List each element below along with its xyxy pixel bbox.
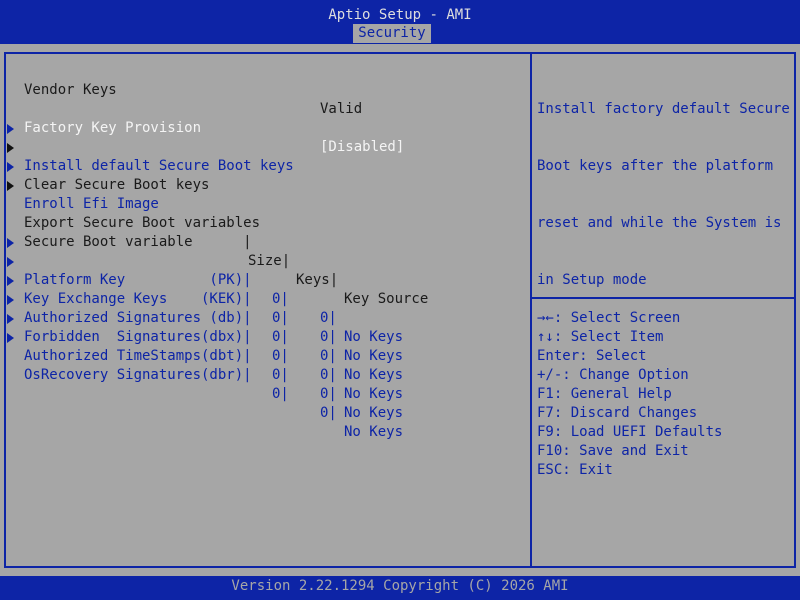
key-load-defaults: F9: Load UEFI Defaults (537, 424, 723, 440)
row-size: 0| (272, 386, 289, 402)
main-panel: Vendor Keys Valid Factory Key Provision … (0, 44, 800, 576)
row-size: 0| (272, 348, 289, 364)
table-row[interactable]: Authorized Signatures (db)| 0| 0| No Key… (0, 271, 520, 383)
submenu-arrow-icon (7, 333, 14, 343)
table-row[interactable]: Forbidden Signatures(dbx)| 0| 0| No Keys (0, 290, 520, 402)
row-source: No Keys (344, 386, 404, 402)
row-source: No Keys (344, 405, 404, 421)
factory-key-provision-row[interactable]: Factory Key Provision [Disabled] (0, 100, 520, 155)
row-keys: 0| (320, 386, 337, 402)
help-line: Install factory default Secure (537, 101, 790, 117)
submenu-arrow-icon (7, 124, 14, 134)
submenu-arrow-icon (7, 276, 14, 286)
key-general-help: F1: General Help (537, 386, 672, 402)
footer-version: Version 2.22.1294 Copyright (C) 2026 AMI (0, 576, 800, 600)
key-change-option: +/-: Change Option (537, 367, 689, 383)
key-select-item: ↑↓: Select Item (537, 329, 664, 345)
row-variable: OsRecovery Signatures(dbr)| (24, 367, 252, 383)
table-header: Secure Boot variable | Size| Keys| Key S… (0, 214, 520, 307)
export-variables-item[interactable]: Export Secure Boot variables (0, 176, 520, 231)
key-select-screen: →←: Select Screen (537, 310, 681, 326)
row-source: No Keys (344, 348, 404, 364)
key-enter-select: Enter: Select (537, 348, 647, 364)
table-row[interactable]: OsRecovery Signatures(dbr)| 0| 0| No Key… (0, 328, 520, 440)
submenu-arrow-icon (7, 257, 14, 267)
submenu-arrow-icon (7, 162, 14, 172)
help-line: Boot keys after the platform (537, 158, 774, 174)
help-text: Install factory default Secure Boot keys… (537, 62, 790, 328)
vendor-keys-row: Vendor Keys Valid (0, 62, 520, 117)
row-keys: 0| (320, 405, 337, 421)
row-source: No Keys (344, 424, 404, 440)
submenu-arrow-icon (7, 143, 14, 153)
key-discard-changes: F7: Discard Changes (537, 405, 698, 421)
clear-keys-item[interactable]: Clear Secure Boot keys (0, 138, 520, 193)
header-bar: Aptio Setup - AMI Security (0, 0, 800, 44)
row-variable: Authorized TimeStamps(dbt)| (24, 348, 252, 364)
table-row[interactable]: Key Exchange Keys (KEK)| 0| 0| No Keys (0, 252, 520, 364)
submenu-arrow-icon (7, 181, 14, 191)
vendor-keys-label: Vendor Keys (24, 82, 117, 98)
tab-security[interactable]: Security (353, 24, 431, 43)
row-keys: 0| (320, 367, 337, 383)
row-size: 0| (272, 367, 289, 383)
submenu-arrow-icon (7, 314, 14, 324)
submenu-arrow-icon (7, 238, 14, 248)
install-default-keys-item[interactable]: Install default Secure Boot keys (0, 119, 520, 174)
row-keys: 0| (320, 348, 337, 364)
table-row[interactable]: Authorized TimeStamps(dbt)| 0| 0| No Key… (0, 309, 520, 421)
help-line: reset and while the System is (537, 215, 782, 231)
table-row[interactable]: Platform Key (PK)| 0| 0| No Keys (0, 233, 520, 345)
row-source: No Keys (344, 367, 404, 383)
enroll-efi-image-label: Enroll Efi Image (24, 196, 159, 212)
submenu-arrow-icon (7, 295, 14, 305)
enroll-efi-image-item[interactable]: Enroll Efi Image (0, 157, 520, 212)
key-esc-exit: ESC: Exit (537, 462, 613, 478)
key-save-exit: F10: Save and Exit (537, 443, 689, 459)
help-line: in Setup mode (537, 272, 647, 288)
app-title: Aptio Setup - AMI (328, 7, 472, 23)
help-divider (530, 52, 532, 568)
